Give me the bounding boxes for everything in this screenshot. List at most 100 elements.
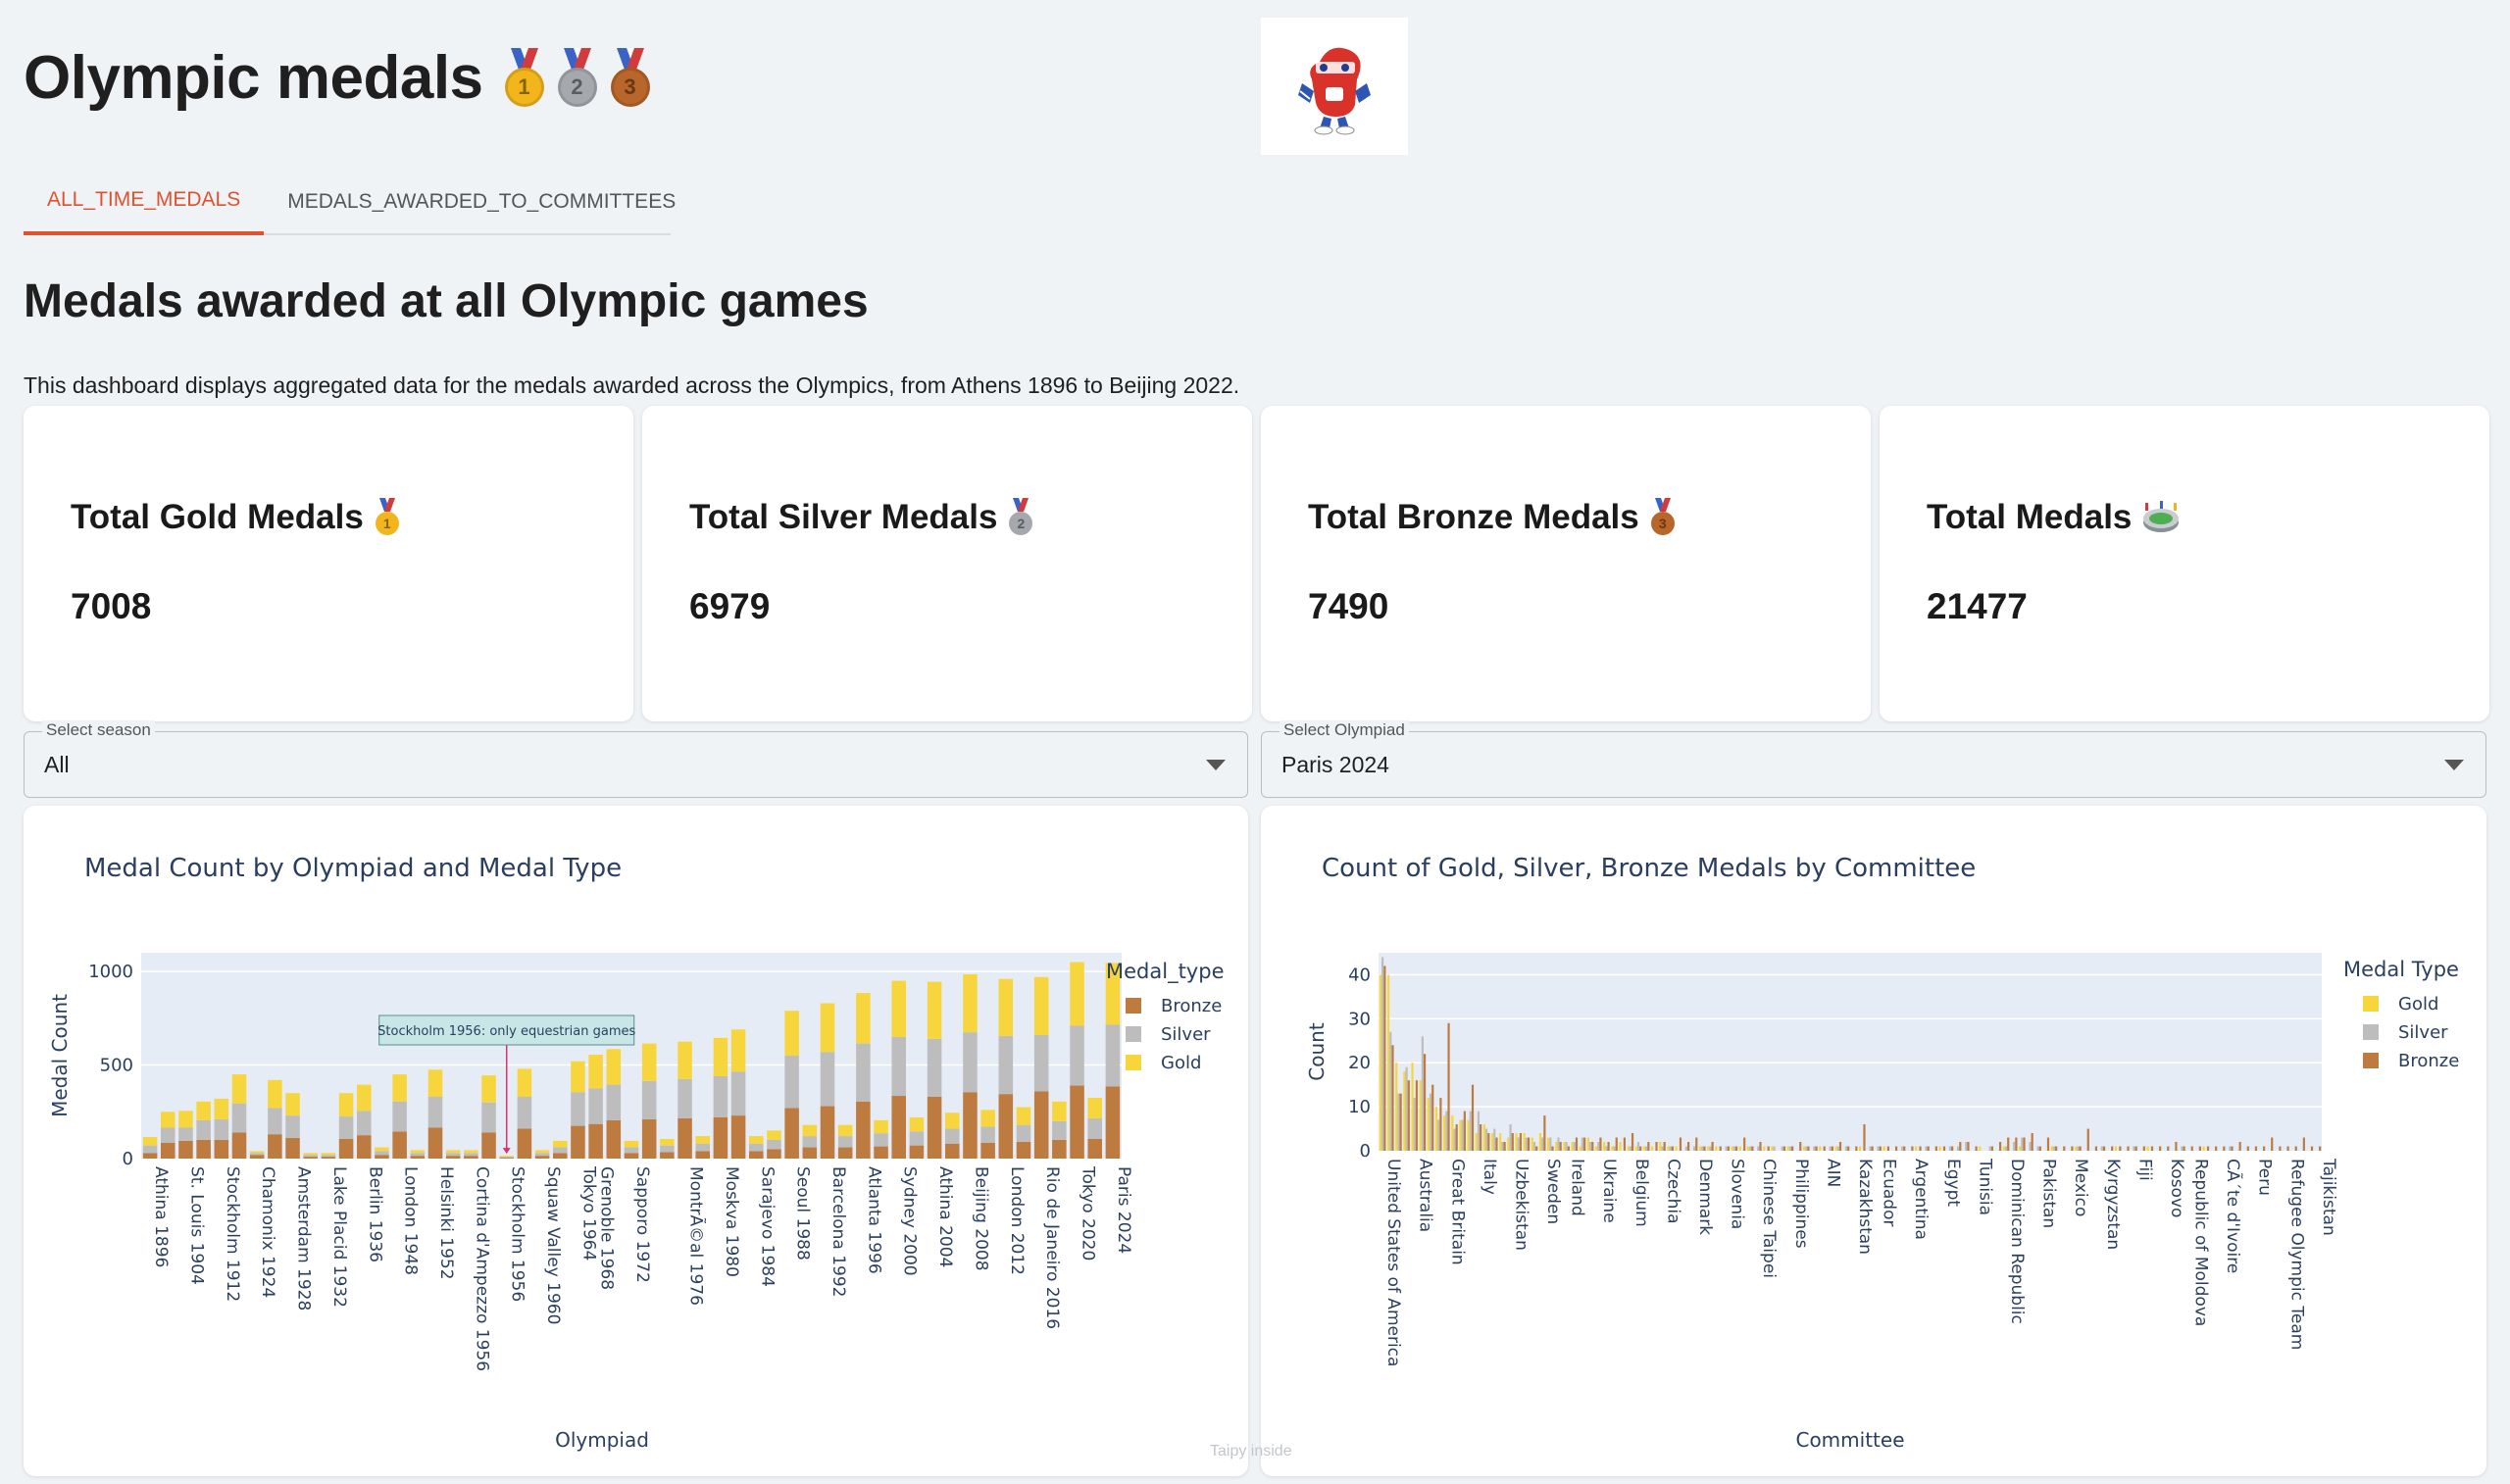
x-tick-label: Tokyo 2020 bbox=[1079, 1165, 1098, 1261]
bar-gold bbox=[1419, 1080, 1422, 1151]
bar-bronze bbox=[1383, 965, 1386, 1151]
bar-silver bbox=[1517, 1137, 1520, 1151]
bar-silver bbox=[1541, 1137, 1544, 1151]
bar-gold bbox=[392, 1074, 407, 1102]
season-select[interactable]: Select season All bbox=[24, 720, 1248, 798]
bar-bronze bbox=[1423, 1054, 1427, 1151]
bar-bronze bbox=[909, 1145, 925, 1159]
bar-silver bbox=[2013, 1142, 2016, 1151]
olympiad-select-label: Select Olympiad bbox=[1280, 720, 1409, 740]
season-select-value: All bbox=[44, 752, 70, 777]
bar-bronze bbox=[375, 1155, 389, 1159]
bar-bronze bbox=[767, 1149, 781, 1159]
bar-gold bbox=[427, 1069, 443, 1097]
bar-gold bbox=[1746, 1146, 1750, 1151]
bar-silver bbox=[1087, 1117, 1102, 1139]
bar-silver bbox=[713, 1076, 728, 1117]
bar-bronze bbox=[1647, 1142, 1650, 1151]
bar-bronze bbox=[891, 1096, 906, 1159]
bar-gold bbox=[1882, 1146, 1885, 1151]
section-title: Medals awarded at all Olympic games bbox=[24, 275, 869, 327]
bar-gold bbox=[1915, 1146, 1918, 1151]
x-tick-label: Moskva 1980 bbox=[722, 1166, 741, 1277]
bar-silver bbox=[178, 1127, 193, 1141]
bar-bronze bbox=[588, 1123, 603, 1159]
legend-swatch-gold bbox=[1126, 1055, 1141, 1070]
bar-bronze bbox=[1480, 1124, 1482, 1151]
x-tick-label: Stockholm 1956 bbox=[508, 1166, 527, 1302]
bar-bronze bbox=[660, 1152, 675, 1159]
bar-silver bbox=[874, 1133, 888, 1147]
bar-gold bbox=[231, 1074, 247, 1104]
bar-gold bbox=[1547, 1137, 1550, 1151]
bar-silver bbox=[1629, 1146, 1632, 1151]
bar-silver bbox=[1669, 1146, 1672, 1151]
legend-label: Gold bbox=[2398, 994, 2438, 1014]
legend-title: Medal Type bbox=[2343, 958, 2459, 981]
bar-silver bbox=[1836, 1146, 1839, 1151]
olympiad-select[interactable]: Select Olympiad Paris 2024 bbox=[1261, 720, 2486, 798]
x-tick-label: Helsinki 1952 bbox=[436, 1166, 456, 1280]
bar-bronze bbox=[2294, 1146, 2297, 1151]
bar-silver bbox=[1948, 1146, 1952, 1151]
bar-bronze bbox=[517, 1128, 532, 1159]
olympiad-select-value: Paris 2024 bbox=[1281, 752, 1389, 777]
tab-medals-awarded-to-committees[interactable]: MEDALS_AWARDED_TO_COMMITTEES bbox=[264, 169, 699, 235]
bar-bronze bbox=[2254, 1146, 2258, 1151]
bar-bronze bbox=[303, 1157, 318, 1159]
bar-gold bbox=[713, 1037, 728, 1076]
bar-gold bbox=[338, 1093, 354, 1117]
bar-silver bbox=[1829, 1146, 1832, 1151]
bar-gold bbox=[909, 1117, 925, 1132]
bar-silver bbox=[249, 1153, 265, 1156]
bar-bronze bbox=[178, 1140, 193, 1159]
bar-silver bbox=[909, 1131, 925, 1146]
stat-card-total: Total Medals 21477 bbox=[1880, 406, 2489, 721]
tab-all-time-medals[interactable]: ALL_TIME_MEDALS bbox=[24, 169, 265, 235]
stat-value: 7008 bbox=[71, 586, 152, 626]
bar-silver bbox=[1052, 1120, 1067, 1140]
bar-gold bbox=[1507, 1137, 1510, 1151]
bar-gold bbox=[1611, 1146, 1614, 1151]
bar-gold bbox=[641, 1043, 657, 1081]
bar-gold bbox=[1070, 962, 1084, 1026]
bar-gold bbox=[1515, 1133, 1518, 1151]
x-tick-label: Sarajevo 1984 bbox=[757, 1166, 777, 1287]
season-select-label: Select season bbox=[42, 720, 155, 740]
x-tick-label: Czechia bbox=[1663, 1159, 1682, 1224]
bar-gold bbox=[196, 1101, 211, 1120]
bar-silver bbox=[321, 1155, 336, 1158]
bar-gold bbox=[1763, 1146, 1766, 1151]
bar-gold bbox=[499, 1156, 514, 1158]
y-tick-label: 20 bbox=[1348, 1053, 1371, 1073]
bar-gold bbox=[1586, 1137, 1589, 1151]
bar-bronze bbox=[1886, 1146, 1890, 1151]
bar-gold bbox=[1979, 1146, 1982, 1151]
bar-gold bbox=[571, 1061, 585, 1093]
bar-bronze bbox=[1711, 1142, 1714, 1151]
bar-silver bbox=[285, 1115, 300, 1138]
bar-bronze bbox=[1639, 1146, 1642, 1151]
bar-bronze bbox=[1631, 1133, 1634, 1151]
bar-gold bbox=[1571, 1142, 1574, 1151]
bar-gold bbox=[695, 1136, 710, 1144]
x-tick-label: Dominican Republic bbox=[2007, 1159, 2027, 1324]
x-axis-label: Committee bbox=[1795, 1428, 1904, 1452]
bar-bronze bbox=[2183, 1146, 2185, 1151]
bar-gold bbox=[1627, 1146, 1630, 1151]
bar-bronze bbox=[2223, 1146, 2226, 1151]
bar-gold bbox=[1698, 1146, 1702, 1151]
bar-bronze bbox=[357, 1135, 372, 1159]
bar-silver bbox=[1389, 1031, 1392, 1151]
x-tick-label: Chinese Taipei bbox=[1759, 1159, 1779, 1278]
bar-silver bbox=[2100, 1146, 2103, 1151]
chevron-down-icon[interactable] bbox=[1206, 760, 1226, 770]
bar-gold bbox=[588, 1055, 603, 1089]
bar-silver bbox=[927, 1038, 942, 1097]
bar-gold bbox=[1634, 1146, 1637, 1151]
chevron-down-icon[interactable] bbox=[2444, 760, 2464, 770]
bar-bronze bbox=[1998, 1142, 2002, 1151]
x-tick-label: Rio de Janeiro 2016 bbox=[1042, 1166, 1062, 1329]
bar-gold bbox=[874, 1119, 888, 1134]
bar-bronze bbox=[980, 1142, 995, 1159]
